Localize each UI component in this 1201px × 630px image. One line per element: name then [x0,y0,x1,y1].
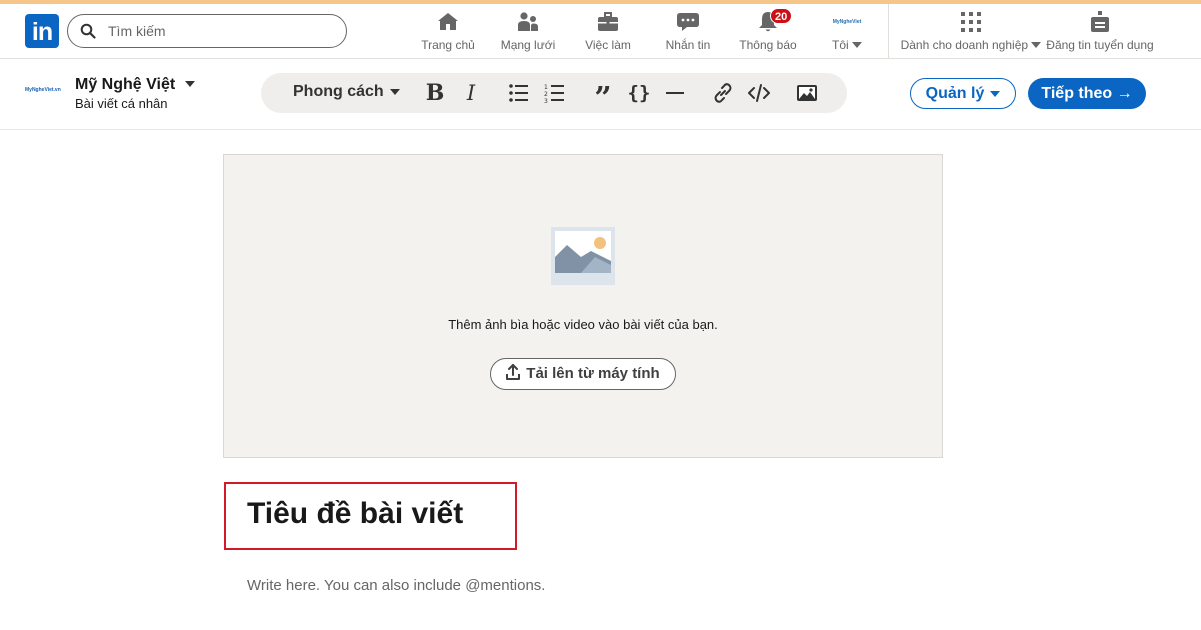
image-placeholder-icon [551,227,615,285]
next-button-label: Tiếp theo → [1041,85,1133,102]
bold-icon: B [425,80,445,106]
italic-button[interactable]: I [459,81,483,105]
nav-post-job[interactable]: Đăng tin tuyển dụng [1044,10,1156,56]
cover-media-area[interactable]: Thêm ảnh bìa hoặc video vào bài viết của… [223,154,943,458]
nav-messaging[interactable]: Nhắn tin [658,10,718,56]
bulleted-list-button[interactable] [507,81,531,105]
nav-network[interactable]: Mạng lưới [498,10,558,56]
nav-messaging-label: Nhắn tin [665,38,711,52]
nav-notifications-label: Thông báo [739,38,797,52]
nav-jobs-label: Việc làm [585,38,631,52]
quote-icon: ” [594,81,612,116]
nav-me-label-wrap: Tôi [822,38,872,52]
notification-badge: 20 [770,8,793,24]
nav-me[interactable]: MyNgheViet Tôi [822,10,872,56]
image-icon [797,85,817,101]
nav-business-label: Dành cho doanh nghiệp [900,38,1029,52]
embed-button[interactable] [747,81,771,105]
author-logo: MyNgheViet.vn [25,87,61,93]
messaging-icon [677,13,699,31]
search-input[interactable] [108,21,338,41]
link-icon [714,83,732,103]
author-name[interactable]: Mỹ Nghệ Việt [75,76,175,94]
article-body-input[interactable]: Write here. You can also include @mentio… [247,577,545,594]
numbered-list-icon: 1 2 3 [544,84,564,104]
nav-jobs[interactable]: Việc làm [578,10,638,56]
nav-business-label-wrap: Dành cho doanh nghiệp [898,38,1044,52]
chevron-down-icon [852,42,862,48]
upload-button-label: Tải lên từ máy tính [526,365,660,382]
post-job-icon [1091,11,1109,32]
global-nav: in Trang chủ Mạng lưới Việc làm [0,4,1201,59]
manage-button[interactable]: Quản lý [910,78,1016,109]
upload-icon [506,364,521,380]
svg-text:1: 1 [544,84,548,91]
bulleted-list-icon [509,84,528,102]
code-block-button[interactable]: {} [627,81,651,105]
bold-button[interactable]: B [423,80,447,106]
briefcase-icon [598,12,618,31]
style-dropdown[interactable]: Phong cách [293,83,400,101]
svg-text:3: 3 [544,98,548,104]
numbered-list-button[interactable]: 1 2 3 [543,81,567,105]
image-button[interactable] [795,81,819,105]
editor-header: MyNgheViet.vn Mỹ Nghệ Việt Bài viết cá n… [0,60,1201,130]
cover-prompt: Thêm ảnh bìa hoặc video vào bài viết của… [448,317,718,332]
formatting-toolbar: Phong cách B I 1 2 3 ” {} [261,73,847,114]
author-subtitle: Bài viết cá nhân [75,96,168,111]
nav-home-label: Trang chủ [421,38,475,52]
style-dropdown-label: Phong cách [293,83,384,100]
divider-icon [666,92,684,94]
chevron-down-icon [389,88,400,95]
avatar: MyNgheViet [832,10,862,34]
article-title-input[interactable]: Tiêu đề bài viết [247,497,463,531]
linkedin-logo[interactable]: in [25,14,59,48]
nav-network-label: Mạng lưới [500,38,556,52]
nav-notifications[interactable]: 20 Thông báo [733,8,803,56]
network-icon [518,12,538,31]
manage-button-label: Quản lý [925,85,985,102]
link-button[interactable] [711,81,735,105]
grid-icon [961,12,981,32]
chevron-down-icon [990,90,1001,97]
nav-post-job-label: Đăng tin tuyển dụng [1046,38,1154,52]
upload-from-computer-button[interactable]: Tải lên từ máy tính [490,358,676,390]
chevron-down-icon [1031,42,1042,48]
avatar-text: MyNgheViet [832,19,862,25]
nav-home[interactable]: Trang chủ [418,10,478,56]
nav-divider [888,4,889,59]
divider-button[interactable] [663,81,687,105]
code-block-icon: {} [627,82,651,104]
search-box[interactable] [67,14,347,48]
nav-for-business[interactable]: Dành cho doanh nghiệp [898,10,1044,56]
embed-icon [748,84,770,102]
italic-icon: I [466,81,476,105]
home-icon [438,13,458,30]
next-button[interactable]: Tiếp theo → [1028,78,1146,109]
svg-text:2: 2 [544,91,548,98]
quote-button[interactable]: ” [591,81,615,114]
author-switch-caret-icon[interactable] [185,81,195,87]
nav-me-label: Tôi [831,38,849,52]
search-icon [80,23,96,39]
bell-icon-wrap: 20 [756,8,793,34]
